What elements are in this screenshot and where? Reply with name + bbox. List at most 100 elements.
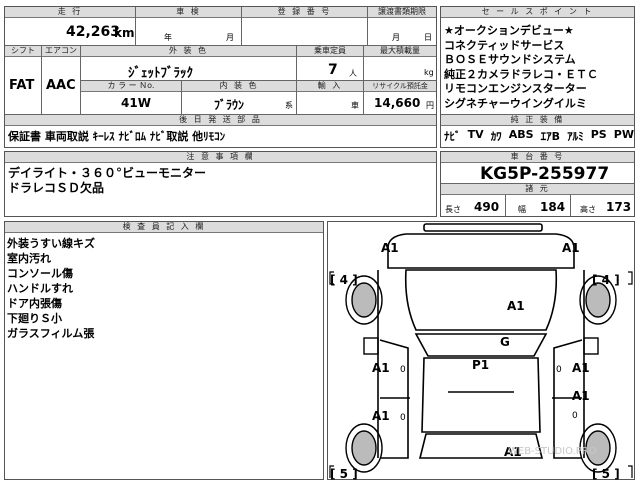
transfer-deadline-header: 譲渡書類期限 bbox=[368, 7, 436, 18]
right-mirror-shape bbox=[583, 337, 599, 355]
interior-suffix: 系 bbox=[285, 101, 293, 110]
mark-left-rear-door: A1 bbox=[372, 409, 390, 423]
text-line: ★オークションデビュー★ bbox=[444, 24, 574, 37]
mark-front-right-corner: A1 bbox=[562, 241, 580, 255]
exterior-color-value: ｼﾞｪｯﾄﾌﾞﾗｯｸ bbox=[128, 66, 193, 81]
text-line: 外装うすい線キズ bbox=[7, 237, 95, 250]
text-line: ドア内張傷 bbox=[7, 297, 62, 310]
recycle-value: 14,660 bbox=[374, 96, 421, 110]
inspection-month: 月 bbox=[226, 33, 234, 42]
mark-roof: P1 bbox=[472, 358, 489, 372]
height-value: 173 bbox=[606, 200, 632, 214]
car-diagram: A1 A1 [ 4 ] [ 4 ] A1 G P1 A1 0 A1 0 A1 0… bbox=[329, 223, 633, 480]
notes-lines: デイライト・３６０°ビューモニター ドラレコＳＤ欠品 bbox=[8, 166, 206, 196]
mark-right-front-door: A1 bbox=[572, 361, 590, 375]
equipment-item: TV bbox=[467, 128, 484, 141]
inspection-header: 車 検 bbox=[136, 7, 241, 18]
mark-left-front-door-ext: 0 bbox=[400, 365, 406, 375]
dims-header: 諸 元 bbox=[441, 184, 634, 195]
sales-point-header: セ ー ル ス ポ イ ン ト bbox=[441, 7, 634, 18]
text-line: デイライト・３６０°ビューモニター bbox=[8, 166, 207, 180]
equipment-header: 純 正 装 備 bbox=[441, 115, 634, 126]
transfer-day: 日 bbox=[424, 33, 432, 42]
windshield-shape bbox=[414, 333, 548, 357]
height-label: 高さ bbox=[580, 205, 596, 214]
recycle-unit: 円 bbox=[426, 101, 434, 110]
color-no-value: 41W bbox=[121, 96, 151, 110]
front-body-shape bbox=[387, 233, 575, 269]
mark-left-rear-tire: [ 5 ] bbox=[330, 467, 358, 480]
equipment-item: ｱﾙﾐ bbox=[567, 130, 584, 143]
sales-point-lines: ★オークションデビュー★ コネクティッドサービス ＢＯＳＥサウンドシステム 純正２カメ… bbox=[444, 24, 634, 111]
import-unit: 車 bbox=[351, 101, 359, 110]
notes-header: 注 意 事 項 欄 bbox=[5, 152, 436, 163]
mark-right-rear-tire: [ 5 ] bbox=[592, 467, 620, 480]
text-line: ガラスフィルム張 bbox=[7, 327, 95, 340]
aircon-header: エアコン bbox=[42, 46, 80, 57]
rear-left-wheel bbox=[345, 423, 383, 473]
mileage-value: 42,263 bbox=[66, 24, 121, 40]
equipment-item: PS bbox=[590, 128, 607, 141]
mark-windshield: G bbox=[500, 335, 510, 349]
equipment-item: PW bbox=[613, 128, 634, 141]
chassis-header: 車 台 番 号 bbox=[441, 152, 634, 163]
later-docs-value: 保証書 車両取説 ｷｰﾚｽ ﾅﾋﾞﾛﾑ ﾅﾋﾞ取説 他ﾘﾓｺﾝ bbox=[8, 130, 226, 143]
text-line: コンソール傷 bbox=[7, 267, 73, 280]
left-door-shape bbox=[379, 339, 409, 459]
import-header: 輸 入 bbox=[297, 81, 363, 92]
text-line: ハンドルすれ bbox=[7, 282, 73, 295]
mark-left-front-door: A1 bbox=[372, 361, 390, 375]
mark-hood: A1 bbox=[507, 299, 525, 313]
text-line: ＢＯＳＥサウンドシステム bbox=[444, 53, 576, 66]
mark-front-left-corner: A1 bbox=[381, 241, 399, 255]
transfer-month: 月 bbox=[392, 33, 400, 42]
mark-right-tire: [ 4 ] bbox=[592, 273, 620, 287]
left-mirror-shape bbox=[363, 337, 379, 355]
front-bumper-shape bbox=[423, 223, 543, 232]
inspector-lines: 外装うすい線キズ 室内汚れコンソール傷 ハンドルすれ ドア内張傷下廻りＳ小ガラスフィル… bbox=[7, 236, 95, 341]
equipment-item: ABS bbox=[508, 128, 534, 141]
equipment-item: ｶﾜ bbox=[490, 130, 502, 143]
mark-right-rear-door-ext: 0 bbox=[572, 411, 578, 421]
text-line: コネクティッドサービス bbox=[444, 38, 565, 52]
exterior-color-header: 外 装 色 bbox=[81, 46, 296, 57]
hood-shape bbox=[404, 269, 558, 331]
width-label: 幅 bbox=[518, 205, 526, 214]
inspector-header: 検 査 員 記 入 欄 bbox=[5, 222, 323, 233]
max-load-header: 最大積載量 bbox=[364, 46, 436, 57]
equipment-item: ﾅﾋﾞ bbox=[444, 130, 461, 143]
interior-color-header: 内 装 色 bbox=[182, 81, 296, 92]
color-no-header: カ ラ ー Ｎo. bbox=[81, 81, 181, 92]
text-line: 室内汚れ bbox=[7, 252, 51, 265]
text-line: リモコンエンジンスターター bbox=[444, 82, 587, 95]
mark-left-tire: [ 4 ] bbox=[330, 273, 358, 287]
recycle-header: リサイクル預託金 bbox=[364, 81, 436, 92]
mark-right-rear-door: A1 bbox=[572, 389, 590, 403]
capacity-unit: 人 bbox=[349, 69, 357, 78]
capacity-header: 乗車定員 bbox=[297, 46, 363, 57]
length-label: 長さ bbox=[445, 205, 461, 214]
inspection-year: 年 bbox=[164, 33, 172, 42]
shift-header: シフト bbox=[5, 46, 41, 57]
aircon-value: AAC bbox=[46, 78, 76, 93]
width-value: 184 bbox=[540, 200, 566, 214]
text-line: 純正２カメラドラレコ・ＥＴＣ bbox=[444, 67, 598, 81]
registration-header: 登 録 番 号 bbox=[242, 7, 367, 18]
length-value: 490 bbox=[474, 200, 500, 214]
watermark: WEB-STUDIO.PRO bbox=[508, 446, 597, 457]
text-line: 下廻りＳ小 bbox=[7, 312, 62, 325]
equipment-item: ｴｱB bbox=[540, 130, 561, 143]
mark-right-front-door-ext: 0 bbox=[556, 365, 562, 375]
mark-left-rear-door-ext: 0 bbox=[400, 413, 406, 423]
shift-value: FAT bbox=[9, 78, 35, 93]
text-line: シグネチャーウイングイルミ bbox=[444, 96, 587, 110]
max-load-unit: kg bbox=[424, 68, 434, 77]
mileage-unit: km bbox=[114, 26, 135, 40]
text-line: ドラレコＳＤ欠品 bbox=[8, 181, 105, 195]
interior-color-value: ﾌﾞﾗｳﾝ bbox=[214, 98, 245, 112]
mileage-header: 走 行 bbox=[5, 7, 135, 18]
chassis-number: KG5P-255977 bbox=[480, 164, 610, 184]
equipment-list: ﾅﾋﾞ TV ｶﾜ ABS ｴｱB ｱﾙﾐ PS PW bbox=[444, 128, 634, 144]
capacity-value: 7 bbox=[328, 62, 338, 78]
later-docs-header: 後 日 発 送 部 品 bbox=[5, 115, 436, 126]
